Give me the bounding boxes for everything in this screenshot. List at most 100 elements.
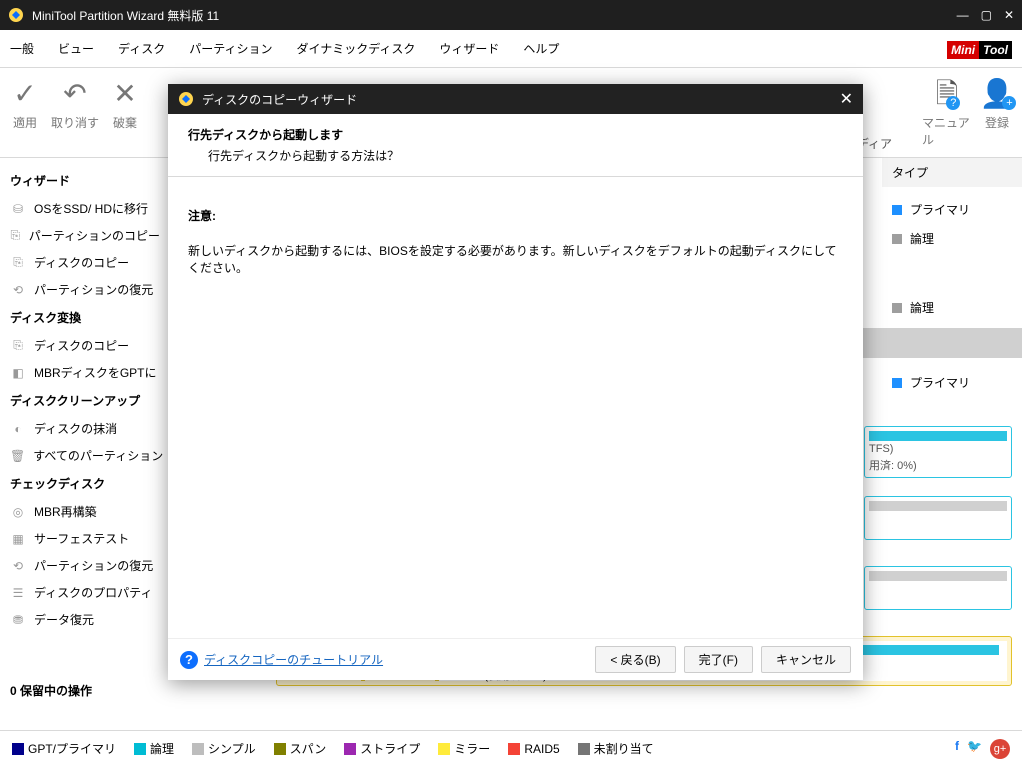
eraser-icon: ◐ [10, 422, 26, 436]
sidebar-item-surface-test[interactable]: ▦サーフェステスト [0, 525, 170, 552]
dialog-title: ディスクのコピーウィザード [202, 91, 840, 108]
type-primary-row[interactable]: プライマリ [882, 195, 1022, 224]
sidebar-section-cleanup: ディスククリーンアップ [0, 386, 170, 415]
x-icon: ✕ [113, 80, 136, 108]
type-logical-row-2[interactable]: 論理 [882, 293, 1022, 322]
copy-icon: ⎘ [10, 338, 26, 353]
target-icon: ◎ [10, 505, 26, 519]
apply-button[interactable]: ✓ 適用 [0, 80, 50, 131]
menu-general[interactable]: 一般 [10, 40, 34, 57]
document-icon: 🗎 [936, 80, 959, 108]
dialog-close-button[interactable]: ✕ [840, 89, 853, 109]
menu-bar: 一般 ビュー ディスク パーティション ダイナミックディスク ウィザード ヘルプ… [0, 30, 1022, 68]
discard-button[interactable]: ✕ 破棄 [100, 80, 150, 131]
note-label: 注意: [188, 207, 843, 224]
legend-unallocated: 未割り当て [578, 740, 654, 757]
sidebar-section-check: チェックディスク [0, 469, 170, 498]
help-icon: ? [180, 651, 198, 669]
recovery-icon: ⛃ [10, 613, 26, 627]
legend-bar: GPT/プライマリ 論理 シンプル スパン ストライプ ミラー RAID5 未割… [0, 730, 1022, 766]
sidebar-item-all-partitions[interactable]: 🗑すべてのパーティション [0, 442, 170, 469]
dialog-heading: 行先ディスクから起動します [188, 126, 843, 143]
type-logical-row[interactable]: 論理 [882, 224, 1022, 253]
app-logo-icon [8, 7, 24, 23]
legend-simple: シンプル [192, 740, 256, 757]
trash-icon: 🗑 [10, 449, 25, 463]
legend-mirror: ミラー [438, 740, 490, 757]
partition-strip-3[interactable] [864, 566, 1012, 610]
dialog-logo-icon [178, 91, 194, 107]
type-primary-row-2[interactable]: プライマリ [882, 368, 1022, 397]
copy-disk-wizard-dialog: ディスクのコピーウィザード ✕ 行先ディスクから起動します 行先ディスクから起動… [168, 84, 863, 680]
grid-icon: ▦ [10, 532, 26, 546]
sidebar-item-wipe-disk[interactable]: ◐ディスクの抹消 [0, 415, 170, 442]
manual-button[interactable]: 🗎 マニュアル [922, 80, 972, 148]
back-button[interactable]: < 戻る(B) [595, 646, 675, 673]
user-icon: 👤 [980, 80, 1015, 108]
type-header: タイプ [882, 158, 1022, 187]
note-text: 新しいディスクから起動するには、BIOSを設定する必要があります。新しいディスク… [188, 242, 843, 276]
legend-gpt: GPT/プライマリ [12, 740, 116, 757]
properties-icon: ☰ [10, 586, 26, 600]
dialog-titlebar: ディスクのコピーウィザード ✕ [168, 84, 863, 114]
partition-type-panel: タイプ プライマリ 論理 論理 プライマリ [882, 158, 1022, 397]
minimize-button[interactable]: — [957, 8, 969, 22]
sidebar-item-copy-partition[interactable]: ⎘パーティションのコピー [0, 222, 170, 249]
sidebar-item-data-recovery[interactable]: ⛃データ復元 [0, 606, 170, 633]
menu-partition[interactable]: パーティション [189, 40, 272, 57]
legend-stripe: ストライプ [344, 740, 420, 757]
tutorial-link-wrap: ? ディスクコピーのチュートリアル [180, 651, 383, 669]
dialog-header: 行先ディスクから起動します 行先ディスクから起動する方法は？ [168, 114, 863, 177]
menu-help[interactable]: ヘルプ [523, 40, 559, 57]
google-plus-icon[interactable]: g+ [990, 739, 1010, 759]
sidebar-item-copy-disk[interactable]: ⎘ディスクのコピー [0, 249, 170, 276]
window-titlebar: MiniTool Partition Wizard 無料版 11 — ▢ ✕ [0, 0, 1022, 30]
legend-span: スパン [274, 740, 327, 757]
twitter-icon[interactable]: 🐦 [967, 739, 982, 759]
undo-button[interactable]: ↶ 取り消す [50, 80, 100, 131]
dialog-body: 注意: 新しいディスクから起動するには、BIOSを設定する必要があります。新しい… [168, 177, 863, 638]
menu-disk[interactable]: ディスク [118, 40, 165, 57]
sidebar-item-recover-partition[interactable]: ⟲パーティションの復元 [0, 276, 170, 303]
sidebar-section-convert: ディスク変換 [0, 303, 170, 332]
check-icon: ✓ [13, 80, 36, 108]
close-button[interactable]: ✕ [1004, 8, 1014, 22]
ntfs-detail-tail: 用済: 0%) [869, 457, 1007, 473]
sidebar-item-recover-partition-2[interactable]: ⟲パーティションの復元 [0, 552, 170, 579]
menu-dynamic-disk[interactable]: ダイナミックディスク [296, 40, 415, 57]
cancel-button[interactable]: キャンセル [761, 646, 851, 673]
restore-icon: ⟲ [10, 559, 26, 573]
convert-icon: ◧ [10, 366, 26, 380]
sidebar-item-migrate-os[interactable]: ⛁OSをSSD/ HDに移行 [0, 195, 170, 222]
square-blue-icon [892, 378, 902, 388]
tutorial-link[interactable]: ディスクコピーのチュートリアル [204, 651, 383, 668]
brand-logo: MiniTool [947, 38, 1012, 59]
copy-icon: ⎘ [10, 255, 26, 270]
sidebar-item-rebuild-mbr[interactable]: ◎MBR再構築 [0, 498, 170, 525]
sidebar-section-wizard: ウィザード [0, 166, 170, 195]
register-button[interactable]: 👤 登録 [972, 80, 1022, 131]
menu-wizard[interactable]: ウィザード [439, 40, 499, 57]
maximize-button[interactable]: ▢ [981, 8, 992, 22]
sidebar: ウィザード ⛁OSをSSD/ HDに移行 ⎘パーティションのコピー ⎘ディスクの… [0, 158, 170, 718]
dialog-footer: ? ディスクコピーのチュートリアル < 戻る(B) 完了(F) キャンセル [168, 638, 863, 680]
legend-logical: 論理 [134, 740, 174, 757]
undo-icon: ↶ [63, 80, 86, 108]
finish-button[interactable]: 完了(F) [684, 646, 753, 673]
facebook-icon[interactable]: f [955, 739, 959, 759]
sidebar-item-mbr-to-gpt[interactable]: ◧MBRディスクをGPTに [0, 359, 170, 386]
legend-raid5: RAID5 [508, 742, 559, 756]
window-title: MiniTool Partition Wizard 無料版 11 [32, 7, 957, 24]
partition-strip-1[interactable]: TFS) 用済: 0%) [864, 426, 1012, 478]
dialog-subheading: 行先ディスクから起動する方法は？ [208, 147, 843, 164]
pending-ops-header: 0 保留中の操作 [10, 682, 160, 699]
copy-icon: ⎘ [10, 228, 21, 243]
menu-view[interactable]: ビュー [58, 40, 94, 57]
square-grey-icon [892, 234, 902, 244]
square-grey-icon [892, 303, 902, 313]
restore-icon: ⟲ [10, 283, 26, 297]
partition-strip-2[interactable] [864, 496, 1012, 540]
disk-icon: ⛁ [10, 202, 26, 216]
sidebar-item-disk-properties[interactable]: ☰ディスクのプロパティ [0, 579, 170, 606]
sidebar-item-copy-disk-2[interactable]: ⎘ディスクのコピー [0, 332, 170, 359]
